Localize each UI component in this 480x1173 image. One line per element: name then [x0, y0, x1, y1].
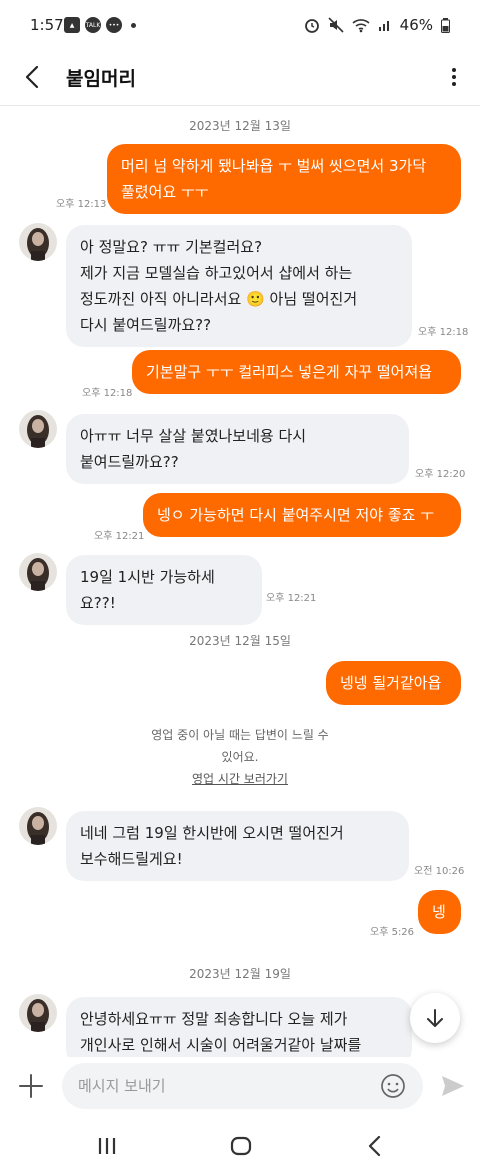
- battery-icon: [441, 17, 450, 33]
- my-message-bubble[interactable]: 넹: [418, 890, 461, 934]
- recent-apps-icon[interactable]: [92, 1131, 122, 1161]
- message-text: 보수해드릴게요!: [80, 850, 183, 868]
- message-time: 오전 10:26: [414, 866, 465, 877]
- gallery-notification-icon: ▲: [64, 17, 80, 33]
- talk-notification-icon: TALK: [85, 17, 101, 33]
- message-time: 오후 12:21: [94, 531, 145, 542]
- talk-label: TALK: [85, 21, 101, 29]
- emoji-icon[interactable]: [380, 1073, 406, 1099]
- message-text: 아ㅠㅠ 너무 살살 붙였나보네용 다시: [80, 427, 307, 445]
- message-time: 오후 5:26: [370, 927, 415, 938]
- other-message-bubble[interactable]: 안녕하세요ㅠㅠ 정말 죄송합니다 오늘 제가 개인사로 인해서 시술이 어려울거…: [66, 997, 412, 1057]
- scroll-to-bottom-button[interactable]: [410, 993, 460, 1043]
- message-text: 붙여드릴까요??: [80, 453, 179, 471]
- message-text: 넹ㅇ 가능하면 다시 붙여주시면 저야 좋죠 ㅜ: [157, 506, 435, 524]
- message-time: 오후 12:20: [415, 469, 466, 480]
- notice-text: 영업 중이 아닐 때는 답변이 느릴 수: [151, 728, 329, 742]
- message-text: 다시 붙여드릴까요??: [80, 316, 212, 334]
- chevron-down-icon: [427, 1009, 443, 1027]
- plus-icon[interactable]: [16, 1071, 46, 1101]
- my-message-bubble[interactable]: 머리 넘 약하게 됐나봐욥 ㅜ 벌써 씻으면서 3가닥 풀렸어요 ㅜㅜ: [107, 144, 461, 214]
- date-divider: 2023년 12월 19일: [189, 967, 291, 981]
- chat-title: 붙임머리: [66, 68, 136, 90]
- avatar[interactable]: [19, 807, 57, 845]
- notice-text: 있어요.: [221, 750, 259, 764]
- message-text: 제가 지금 모델실습 하고있어서 샵에서 하는: [80, 264, 353, 282]
- message-text: 아 정말요? ㅠㅠ 기본컬러요?: [80, 238, 263, 256]
- message-text: 기본말구 ㅜㅜ 컬러피스 넣은게 자꾸 떨어져욥: [146, 363, 433, 381]
- avatar[interactable]: [19, 223, 57, 261]
- home-icon[interactable]: [226, 1131, 256, 1161]
- message-text: 개인사로 인해서 시술이 어려울거같아 날짜를: [80, 1036, 362, 1054]
- my-message-bubble[interactable]: 넹넹 될거같아욥: [326, 661, 461, 705]
- chat-area[interactable]: 2023년 12월 13일 오후 12:13 머리 넘 약하게 됐나봐욥 ㅜ 벌…: [0, 107, 480, 1057]
- my-message-bubble[interactable]: 넹ㅇ 가능하면 다시 붙여주시면 저야 좋죠 ㅜ: [143, 493, 461, 537]
- message-text: 넹: [432, 903, 446, 921]
- avatar[interactable]: [19, 553, 57, 591]
- status-left-icons: ▲ TALK •••: [64, 17, 136, 33]
- message-time: 오후 12:18: [418, 327, 469, 338]
- business-hours-notice: 영업 중이 아닐 때는 답변이 느릴 수 있어요. 영업 시간 보러가기: [0, 724, 480, 790]
- message-input-bar: [0, 1057, 480, 1119]
- message-text: 머리 넘 약하게 됐나봐욥 ㅜ 벌써 씻으면서 3가닥: [121, 157, 427, 175]
- status-time: 1:57: [30, 16, 64, 34]
- message-text: 정도까진 아직 아니라서요 🙂 아님 떨어진거: [80, 290, 358, 308]
- signal-icon: [378, 21, 389, 31]
- business-hours-link[interactable]: 영업 시간 보러가기: [0, 768, 480, 790]
- more-vert-icon[interactable]: [442, 62, 466, 92]
- message-time: 오후 12:13: [56, 199, 107, 210]
- chat-header: 붙임머리: [0, 50, 480, 106]
- system-navigation-bar: [0, 1119, 480, 1173]
- other-message-bubble[interactable]: 아ㅠㅠ 너무 살살 붙였나보네용 다시 붙여드릴까요??: [66, 414, 409, 484]
- mute-icon: [328, 17, 344, 33]
- status-right-icons: 46%: [304, 16, 450, 34]
- other-message-bubble[interactable]: 19일 1시반 가능하세요??!: [66, 555, 262, 625]
- my-message-bubble[interactable]: 기본말구 ㅜㅜ 컬러피스 넣은게 자꾸 떨어져욥: [132, 350, 461, 394]
- back-icon[interactable]: [360, 1131, 390, 1161]
- avatar[interactable]: [19, 994, 57, 1032]
- message-text: 네네 그럼 19일 한시반에 오시면 떨어진거: [80, 824, 344, 842]
- send-icon[interactable]: [440, 1073, 466, 1099]
- message-text: 풀렸어요 ㅜㅜ: [121, 183, 209, 201]
- wifi-icon: [352, 19, 370, 33]
- back-arrow-icon[interactable]: [18, 62, 48, 92]
- date-divider: 2023년 12월 13일: [189, 119, 291, 133]
- more-notifications-dot: [131, 22, 136, 28]
- chat-notification-icon: •••: [106, 17, 122, 33]
- alarm-icon: [304, 19, 319, 33]
- date-divider: 2023년 12월 15일: [189, 634, 291, 648]
- message-time: 오후 12:21: [266, 593, 317, 604]
- other-message-bubble[interactable]: 네네 그럼 19일 한시반에 오시면 떨어진거 보수해드릴게요!: [66, 811, 409, 881]
- avatar[interactable]: [19, 410, 57, 448]
- message-text: 19일 1시반 가능하세요??!: [80, 568, 215, 612]
- message-time: 오후 12:18: [82, 388, 133, 399]
- status-bar: 1:57 ▲ TALK ••• 46%: [0, 0, 480, 50]
- message-input[interactable]: [62, 1063, 423, 1109]
- battery-level: 46%: [399, 16, 433, 34]
- other-message-bubble[interactable]: 아 정말요? ㅠㅠ 기본컬러요? 제가 지금 모델실습 하고있어서 샵에서 하는…: [66, 225, 412, 347]
- message-text: 넹넹 될거같아욥: [340, 674, 442, 692]
- message-text: 안녕하세요ㅠㅠ 정말 죄송합니다 오늘 제가: [80, 1010, 348, 1028]
